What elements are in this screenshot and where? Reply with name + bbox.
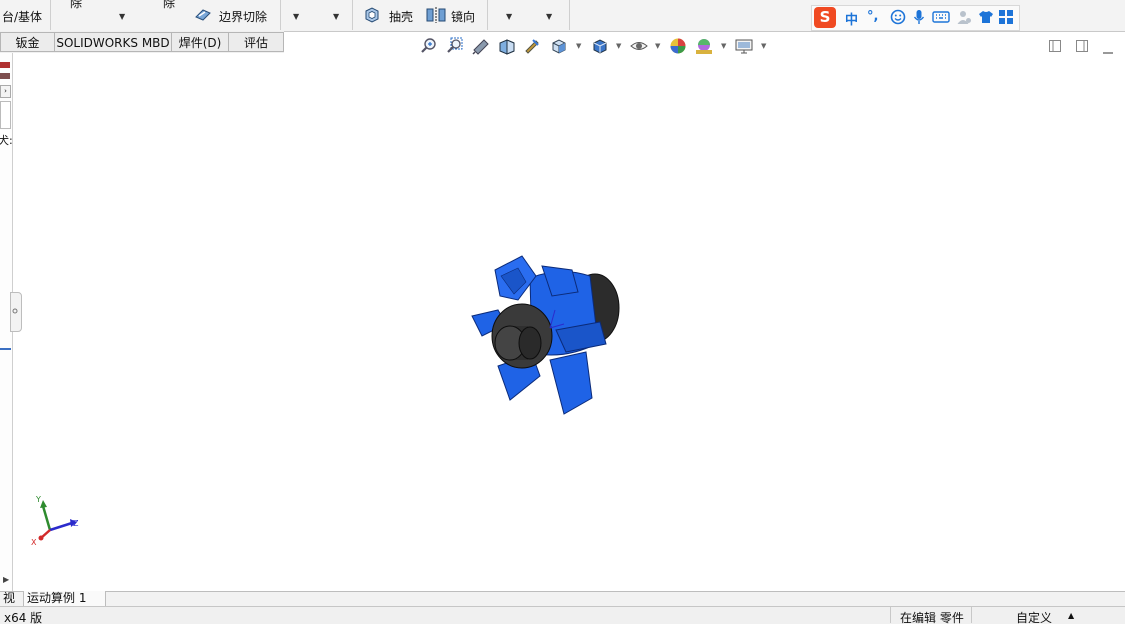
ribbon-separator — [569, 0, 570, 30]
extruded-boss-base-button[interactable]: 台/基体 — [2, 8, 42, 25]
triad-z-label: Z — [73, 519, 79, 528]
view-orientation-icon[interactable] — [550, 37, 568, 55]
cut-button-1[interactable]: 除 — [70, 0, 82, 11]
bottom-tab-bar — [0, 591, 1125, 607]
zoom-to-fit-icon[interactable] — [420, 37, 438, 55]
triad-x-label: X — [31, 538, 37, 547]
emoji-icon[interactable] — [890, 9, 906, 28]
section-view-icon[interactable] — [498, 37, 516, 55]
ime-mode-chinese[interactable]: 中 — [845, 9, 858, 28]
hide-show-caret[interactable]: ▼ — [655, 42, 660, 50]
tab-evaluate[interactable]: 评估 — [228, 32, 284, 52]
ribbon-separator — [487, 0, 488, 30]
panel-splitter-handle[interactable] — [10, 292, 22, 332]
display-style-icon[interactable] — [591, 37, 609, 55]
zoom-to-area-icon[interactable] — [446, 37, 464, 55]
ribbon-separator — [352, 0, 353, 30]
tab-model-view[interactable]: 视图 — [0, 591, 24, 619]
dropdown-caret[interactable]: ▼ — [546, 12, 552, 21]
ribbon-separator — [50, 0, 51, 30]
view-settings-monitor-icon[interactable] — [735, 37, 753, 55]
status-separator — [890, 607, 891, 623]
user-account-icon[interactable] — [956, 9, 972, 28]
panel-accent-line — [0, 348, 11, 350]
mirror-button[interactable]: 镜向 — [451, 8, 475, 25]
tab-weldments[interactable]: 焊件(D) — [171, 32, 229, 52]
sogou-logo-icon[interactable]: S — [814, 7, 836, 28]
boundary-cut-icon[interactable] — [194, 7, 212, 23]
status-custom-units[interactable]: 自定义 — [1016, 609, 1052, 626]
skin-shirt-icon[interactable] — [978, 10, 994, 27]
ribbon-separator — [280, 0, 281, 30]
display-style-caret[interactable]: ▼ — [616, 42, 621, 50]
view-settings-caret[interactable]: ▼ — [761, 42, 766, 50]
keyboard-icon[interactable] — [932, 10, 950, 27]
dropdown-caret[interactable]: ▼ — [506, 12, 512, 21]
restore-right-icon[interactable] — [1076, 40, 1088, 52]
shell-button[interactable]: 抽壳 — [389, 8, 413, 25]
minimize-icon[interactable] — [1103, 44, 1113, 54]
3d-part-model[interactable] — [460, 248, 630, 423]
apply-scene-icon[interactable] — [695, 37, 713, 55]
restore-left-icon[interactable] — [1049, 40, 1061, 52]
tab-solidworks-mbd[interactable]: SOLIDWORKS MBD — [54, 32, 172, 52]
shell-icon[interactable] — [363, 6, 381, 24]
tab-motion-study-1[interactable]: 运动算例 1 — [24, 591, 106, 606]
panel-scroll-arrow-icon[interactable]: ▶ — [3, 575, 9, 584]
tab-sheet-metal[interactable]: 钣金 — [0, 32, 55, 52]
edit-appearance-icon[interactable] — [669, 37, 687, 55]
status-separator — [971, 607, 972, 623]
cut-button-2[interactable]: 除 — [163, 0, 175, 11]
boundary-cut-button[interactable]: 边界切除 — [219, 8, 267, 25]
view-orientation-caret[interactable]: ▼ — [576, 42, 581, 50]
status-units-caret-icon[interactable]: ▲ — [1068, 611, 1074, 620]
status-version-text: x64 版 — [4, 611, 43, 625]
cut-dropdown-caret-1[interactable]: ▼ — [119, 12, 125, 21]
panel-cut-text: 犬: — [0, 134, 13, 147]
hide-show-items-icon[interactable] — [630, 37, 648, 55]
expand-panel-icon[interactable]: › — [0, 85, 11, 98]
ime-punctuation-icon[interactable]: °, — [867, 9, 878, 24]
panel-marker-red — [0, 62, 10, 68]
dynamic-annotation-icon[interactable] — [523, 37, 541, 55]
previous-view-icon[interactable] — [472, 37, 490, 55]
toolbox-grid-icon[interactable] — [999, 10, 1013, 27]
dropdown-caret[interactable]: ▼ — [293, 12, 299, 21]
mirror-icon[interactable] — [426, 6, 446, 24]
ime-toolbar: S 中 °, — [811, 5, 1020, 31]
panel-collapsed-box — [0, 101, 11, 129]
dropdown-caret[interactable]: ▼ — [333, 12, 339, 21]
microphone-icon[interactable] — [912, 9, 926, 28]
status-editing-text: 在编辑 零件 — [900, 611, 964, 625]
panel-marker-dark — [0, 73, 10, 79]
apply-scene-caret[interactable]: ▼ — [721, 42, 726, 50]
triad-y-label: Y — [36, 495, 41, 504]
